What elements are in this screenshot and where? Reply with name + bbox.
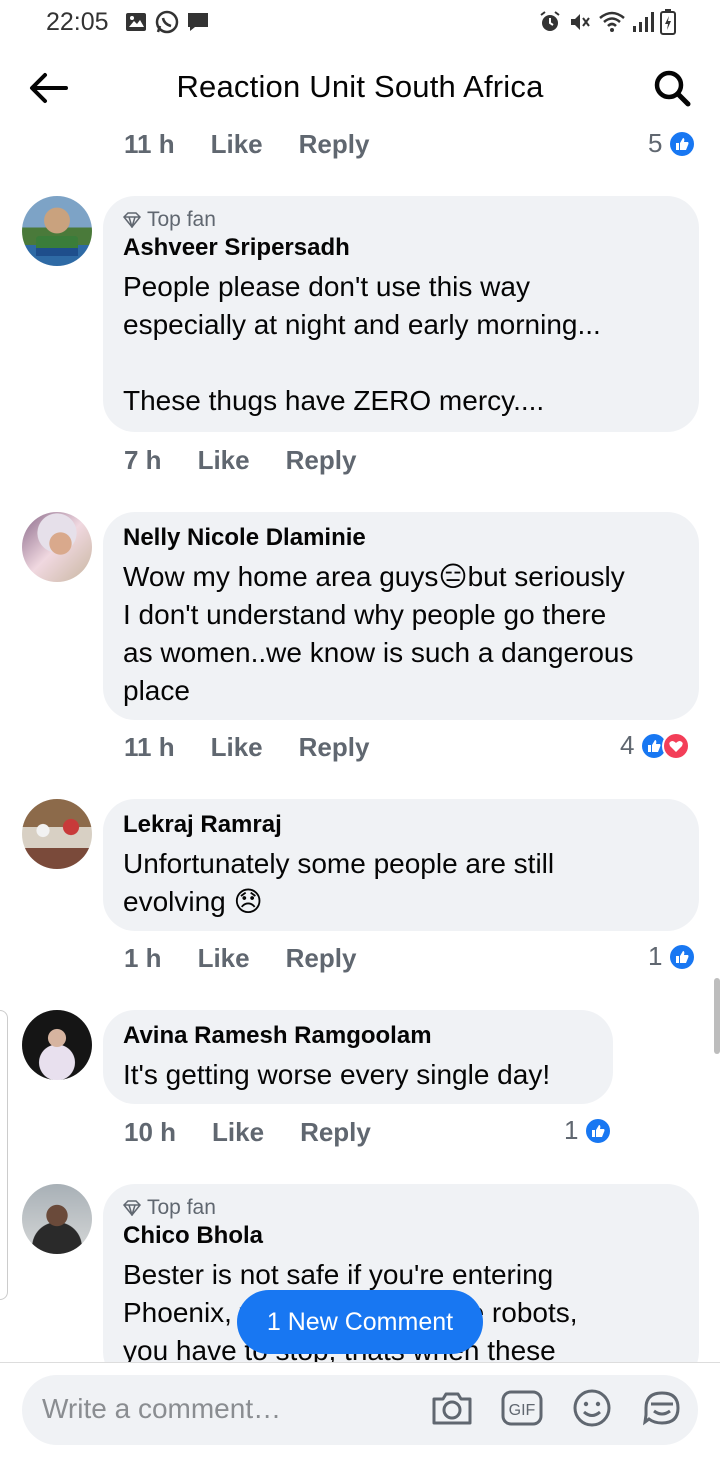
comment-author[interactable]: Avina Ramesh Ramgoolam <box>123 1022 593 1050</box>
whatsapp-icon <box>154 9 180 40</box>
alarm-icon <box>538 10 562 39</box>
new-comment-button[interactable]: 1 New Comment <box>237 1290 483 1354</box>
composer-icons: GIF <box>430 1386 684 1430</box>
top-fan-badge: Top fan <box>123 208 679 232</box>
comment-text: Unfortunately some people are still evol… <box>123 848 555 917</box>
top-fan-label: Top fan <box>147 1196 216 1219</box>
love-reaction-icon <box>662 731 691 760</box>
like-button[interactable]: Like <box>198 445 250 476</box>
comment-bubble: Nelly Nicole Dlaminie Wow my home area g… <box>103 512 699 720</box>
comment-author[interactable]: Lekraj Ramraj <box>123 811 679 839</box>
comment-time: 11 h <box>124 731 175 762</box>
comment-meta: 10 h Like Reply <box>124 1112 407 1152</box>
avatar[interactable] <box>22 196 92 266</box>
comment-bubble: Avina Ramesh Ramgoolam It's getting wors… <box>103 1010 613 1104</box>
header: Reaction Unit South Africa <box>0 52 720 124</box>
reply-button[interactable]: Reply <box>299 129 370 160</box>
edge-panel-handle[interactable] <box>0 1010 8 1300</box>
avatar[interactable] <box>22 1184 92 1254</box>
comment-bubble: Lekraj Ramraj Unfortunately some people … <box>103 799 699 931</box>
wifi-icon <box>598 10 626 39</box>
reaction-count[interactable]: 4 <box>620 730 691 761</box>
avatar[interactable] <box>22 1010 92 1080</box>
status-left-icons <box>124 9 210 40</box>
mute-icon <box>568 10 592 39</box>
sticker-icon[interactable] <box>640 1386 684 1430</box>
reaction-count[interactable]: 1 <box>564 1115 613 1146</box>
reaction-number: 1 <box>648 941 663 971</box>
comment-input[interactable]: Write a comment… GIF <box>22 1375 698 1445</box>
comments-feed[interactable]: 11 h Like Reply 5 Top fan Ashveer Sriper… <box>0 124 720 1362</box>
comment-bubble: Top fan Ashveer Sripersadh People please… <box>103 196 699 432</box>
reply-button[interactable]: Reply <box>300 1117 371 1148</box>
image-icon <box>124 10 148 39</box>
battery-icon <box>660 9 676 40</box>
diamond-icon <box>123 212 141 228</box>
comment-time: 11 h <box>124 128 175 159</box>
scrollbar[interactable] <box>714 978 720 1054</box>
reaction-count[interactable]: 1 <box>648 941 697 972</box>
comment-time: 10 h <box>124 1116 177 1147</box>
diamond-icon <box>123 1200 141 1216</box>
status-time: 22:05 <box>46 8 109 36</box>
like-button[interactable]: Like <box>198 943 250 974</box>
comment-meta: 7 h Like Reply <box>124 440 392 480</box>
comment-meta: 1 h Like Reply <box>124 938 392 978</box>
message-icon <box>186 10 210 39</box>
status-right-icons <box>538 9 676 40</box>
emoji-icon[interactable] <box>570 1386 614 1430</box>
reaction-number: 1 <box>564 1115 579 1145</box>
reaction-number: 4 <box>620 730 635 760</box>
like-button[interactable]: Like <box>212 1117 264 1148</box>
reply-button[interactable]: Reply <box>286 445 357 476</box>
avatar[interactable] <box>22 512 92 582</box>
reaction-number: 5 <box>648 128 663 158</box>
like-button[interactable]: Like <box>211 129 263 160</box>
search-button[interactable] <box>648 66 696 110</box>
comment-time: 1 h <box>124 942 162 973</box>
comment-meta: 11 h Like Reply <box>124 124 405 164</box>
reply-button[interactable]: Reply <box>299 732 370 763</box>
comment-text: It's getting worse every single day! <box>123 1059 551 1090</box>
signal-icon <box>632 10 654 39</box>
comment-author[interactable]: Ashveer Sripersadh <box>123 234 679 262</box>
top-fan-label: Top fan <box>147 208 216 231</box>
top-fan-badge: Top fan <box>123 1196 679 1220</box>
comment-meta: 11 h Like Reply <box>124 727 405 767</box>
comment-time: 7 h <box>124 444 162 475</box>
like-reaction-icon <box>584 1116 613 1145</box>
page-title: Reaction Unit South Africa <box>176 69 544 104</box>
gif-icon[interactable]: GIF <box>500 1386 544 1430</box>
like-button[interactable]: Like <box>211 732 263 763</box>
camera-icon[interactable] <box>430 1386 474 1430</box>
comment-input-placeholder: Write a comment… <box>42 1393 282 1424</box>
like-reaction-icon <box>668 129 697 158</box>
status-bar: 22:05 <box>0 0 720 46</box>
comment-author[interactable]: Chico Bhola <box>123 1222 679 1250</box>
like-reaction-icon <box>668 942 697 971</box>
reply-button[interactable]: Reply <box>286 943 357 974</box>
search-icon <box>654 70 691 107</box>
comment-text: Wow my home area guys😑but seriously I do… <box>123 561 634 706</box>
reaction-count[interactable]: 5 <box>648 128 697 159</box>
gif-label: GIF <box>509 1402 536 1419</box>
avatar[interactable] <box>22 799 92 869</box>
comment-author[interactable]: Nelly Nicole Dlaminie <box>123 524 679 552</box>
comment-text: People please don't use this way especia… <box>123 271 601 416</box>
composer-area: Write a comment… GIF <box>0 1362 720 1480</box>
